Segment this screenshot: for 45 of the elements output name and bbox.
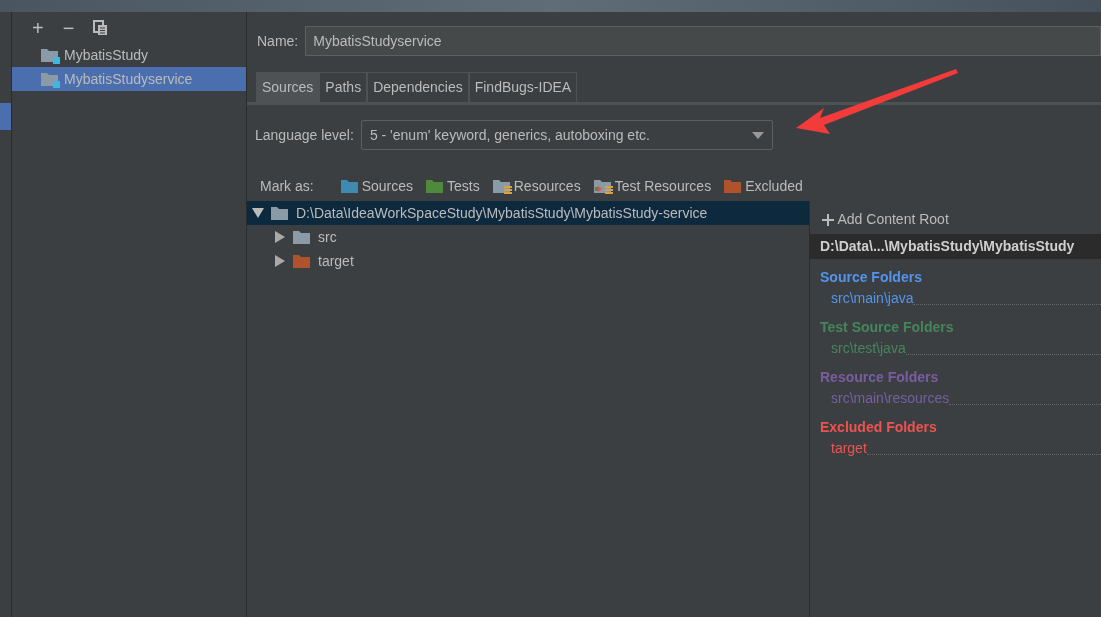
section-title: Source Folders — [819, 268, 923, 287]
folder-path[interactable]: target — [831, 438, 867, 459]
language-level-dropdown[interactable]: 5 - 'enum' keyword, generics, autoboxing etc. — [360, 120, 773, 150]
copy-icon — [93, 19, 109, 36]
folder-icon — [292, 252, 312, 270]
expand-arrow-icon[interactable] — [274, 231, 286, 243]
remove-button[interactable]: − — [56, 17, 81, 38]
folder-icon — [292, 228, 312, 246]
add-content-root-button[interactable]: Add Content Root — [810, 201, 1101, 234]
selection-marker — [0, 103, 11, 130]
mark-as-button[interactable]: Sources — [339, 176, 414, 197]
tab[interactable]: Paths — [319, 72, 368, 102]
tree-row[interactable]: target — [247, 249, 809, 273]
mark-as-button[interactable]: Tests — [425, 176, 480, 197]
section-title: Resource Folders — [819, 368, 940, 387]
folder-icon — [270, 204, 290, 222]
expand-arrow-icon[interactable] — [274, 255, 286, 267]
name-field[interactable]: MybatisStudyservice — [305, 26, 1101, 56]
folder-icon — [592, 178, 613, 195]
folder-icon — [339, 178, 360, 195]
mark-as-button[interactable]: Test Resources — [592, 176, 712, 197]
folder-icon — [491, 178, 512, 195]
section-title: Test Source Folders — [819, 318, 955, 337]
section-title: Excluded Folders — [819, 418, 938, 437]
dropdown-arrow-icon — [751, 131, 764, 139]
add-button[interactable]: + — [26, 17, 50, 38]
folder-icon — [723, 178, 744, 195]
tab[interactable]: Sources — [256, 72, 320, 102]
mark-as-button[interactable]: Resources — [491, 176, 581, 197]
folder-icon — [425, 178, 446, 195]
mark-as-button[interactable]: Excluded — [723, 176, 803, 197]
folder-path[interactable]: src\main\java — [831, 288, 914, 309]
tree-row[interactable]: D:\Data\IdeaWorkSpaceStudy\MybatisStudy\MybatisStudy-service — [247, 201, 809, 225]
module-folder-icon — [40, 46, 60, 64]
tab[interactable]: FindBugs-IDEA — [468, 72, 578, 102]
tree-row[interactable]: src — [247, 225, 809, 249]
tab[interactable]: Dependencies — [367, 72, 469, 102]
module-folder-icon — [40, 70, 60, 88]
mark-as-label: Mark as: — [260, 177, 314, 196]
collapse-arrow-icon[interactable] — [252, 207, 264, 219]
content-root-path: D:\Data\...\MybatisStudy\MybatisStudy — [810, 234, 1101, 259]
plus-icon — [822, 213, 834, 226]
name-label: Name: — [257, 31, 299, 51]
module-item[interactable]: MybatisStudy — [12, 43, 246, 67]
language-level-label: Language level: — [255, 125, 354, 145]
